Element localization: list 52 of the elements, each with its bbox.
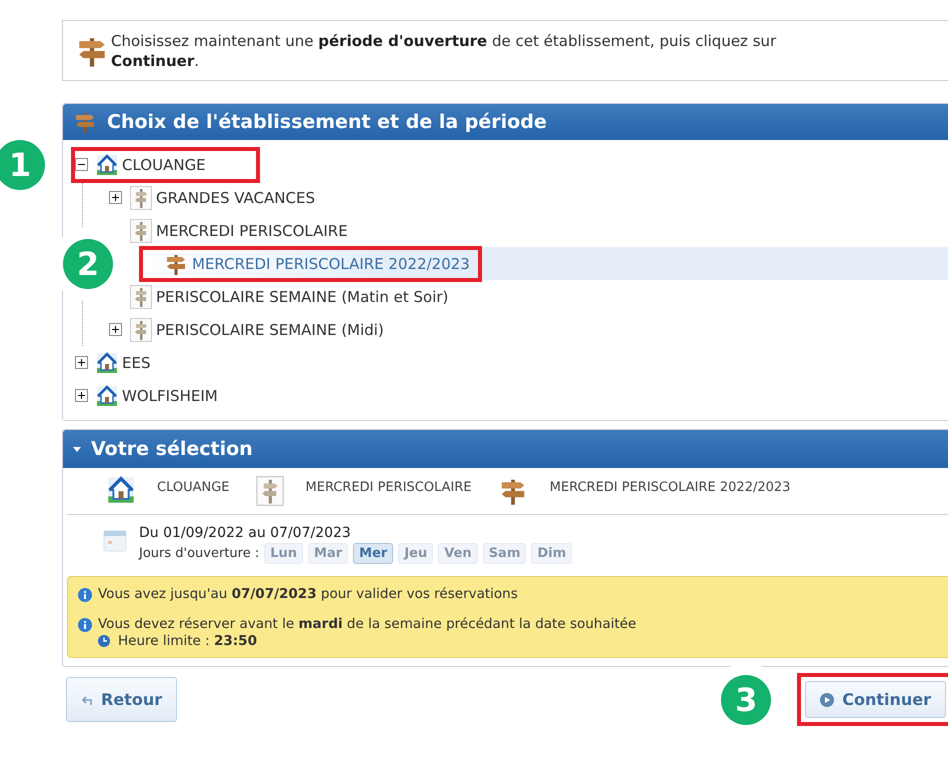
deadline-text: Heure limite : 23:50 [118,633,257,649]
tree-item[interactable]: MERCREDI PERISCOLAIRE [156,222,348,240]
expand-toggle[interactable] [75,389,88,402]
date-range: Du 01/09/2022 au 07/07/2023 [139,524,352,543]
panel-title: Choix de l'établissement et de la période [107,111,547,133]
continue-button[interactable]: Continuer [805,681,946,718]
info-icon [78,618,92,632]
tree-item[interactable]: WOLFISHEIM [122,386,218,404]
selection-label: MERCREDI PERISCOLAIRE 2022/2023 [550,479,790,495]
tree-item[interactable]: PERISCOLAIRE SEMAINE (Matin et Soir) [156,288,448,306]
back-button[interactable]: Retour [66,677,178,722]
number-badge: 2 [63,238,113,288]
signpost-icon [130,284,152,308]
house-icon [96,352,118,374]
tree-item[interactable]: PERISCOLAIRE SEMAINE (Midi) [156,320,384,338]
expand-toggle[interactable] [109,191,122,204]
day-chip: Ven [438,543,478,564]
notice-text: Vous devez réserver avant le mardi de la semaine précédant la date souhaitée [98,615,636,633]
day-chip: Mer [353,543,394,564]
selection-label: MERCREDI PERISCOLAIRE [306,479,472,495]
clock-icon [98,635,110,647]
signpost-icon [130,186,152,210]
play-icon [820,692,834,706]
notice-text: Vous avez jusqu'au 07/07/2023 pour valider vos réservations [98,585,518,603]
tree-item[interactable]: GRANDES VACANCES [156,188,315,206]
house-icon [107,476,135,504]
expand-toggle[interactable] [109,323,122,336]
signpost-icon [256,476,284,506]
day-chip: Lun [264,543,304,564]
house-icon [96,154,118,176]
tree-item[interactable]: CLOUANGE [122,156,206,174]
info-icon [78,588,92,602]
panel-title: Votre sélection [91,438,253,460]
signpost-icon [130,218,152,242]
instruction-text: Choisissez maintenant une période d'ouverture de cet établissement, puis cliquez sur Continuer. [111,31,778,71]
expand-toggle[interactable] [75,158,88,171]
number-badge: 1 [0,140,45,190]
expand-toggle[interactable] [75,356,88,369]
day-chip: Sam [482,543,526,564]
back-arrow-icon [81,694,93,706]
signpost-icon [130,318,152,342]
selection-label: CLOUANGE [157,479,230,495]
signpost-icon [73,110,97,134]
number-badge: 3 [721,674,772,724]
tree-item[interactable]: MERCREDI PERISCOLAIRE 2022/2023 [192,254,470,272]
tree-item[interactable]: EES [122,354,150,372]
day-chip: Jeu [398,543,434,564]
day-chip: Dim [531,543,572,564]
calendar-icon [103,529,127,553]
house-icon [96,384,118,406]
day-chip: Mar [308,543,348,564]
days-label: Jours d'ouverture : [139,546,260,561]
